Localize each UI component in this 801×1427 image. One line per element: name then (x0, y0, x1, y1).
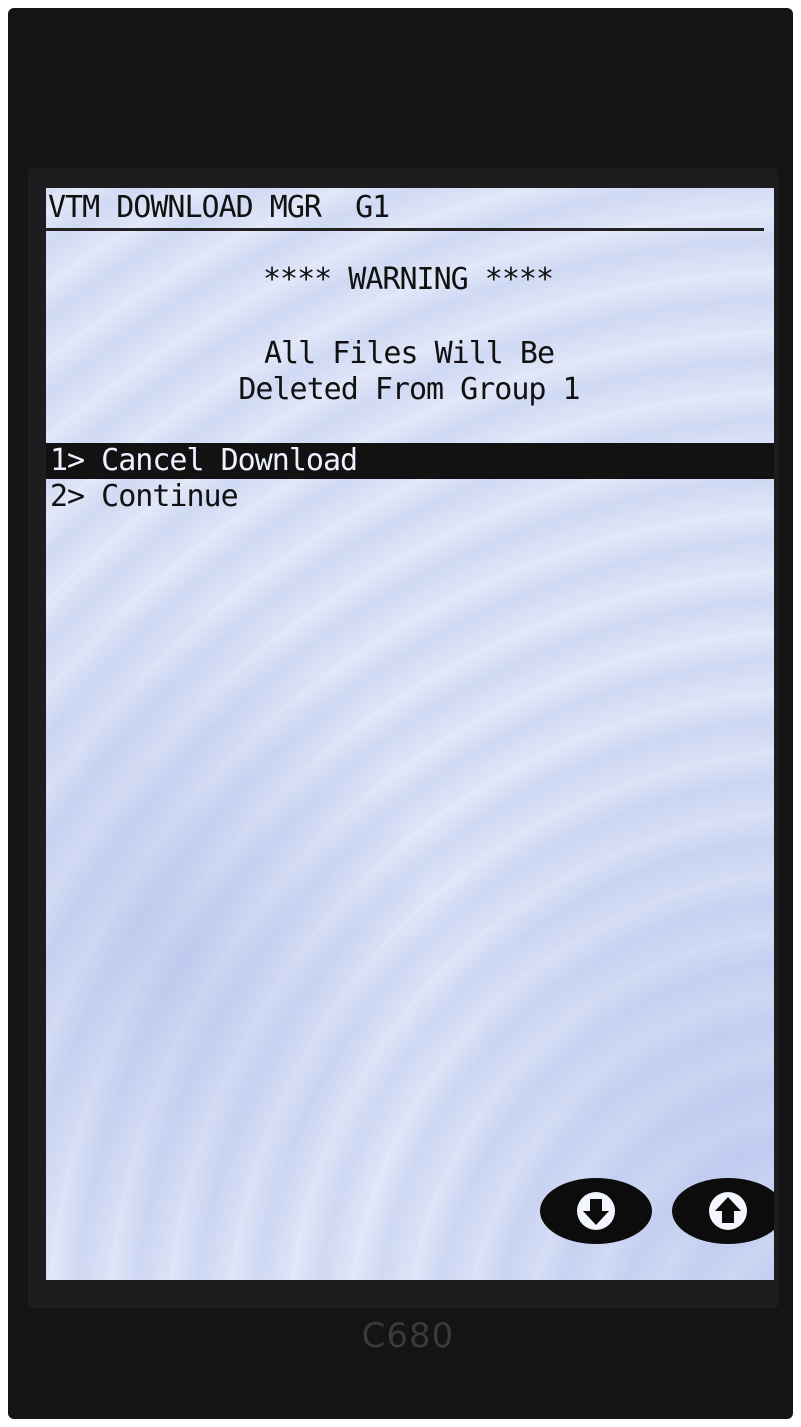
terminal-device: VTM DOWNLOAD MGR G1 **** WARNING **** Al… (8, 8, 793, 1419)
warning-title: **** WARNING **** (262, 262, 554, 297)
screen-header-title: VTM DOWNLOAD MGR G1 (46, 188, 764, 231)
warning-message-line-2: Deleted From Group 1 (238, 372, 580, 407)
lcd-screen: VTM DOWNLOAD MGR G1 **** WARNING **** Al… (46, 188, 774, 1280)
scroll-up-button[interactable] (672, 1178, 774, 1244)
menu-item-cancel-download[interactable]: 1> Cancel Download (46, 443, 774, 479)
warning-message-line-1: All Files Will Be (263, 336, 555, 371)
device-model-label: C680 (361, 1316, 455, 1356)
scroll-down-button[interactable] (540, 1178, 652, 1244)
menu-item-continue[interactable]: 2> Continue (46, 479, 450, 515)
arrow-up-icon (709, 1192, 747, 1230)
arrow-down-icon (577, 1192, 615, 1230)
